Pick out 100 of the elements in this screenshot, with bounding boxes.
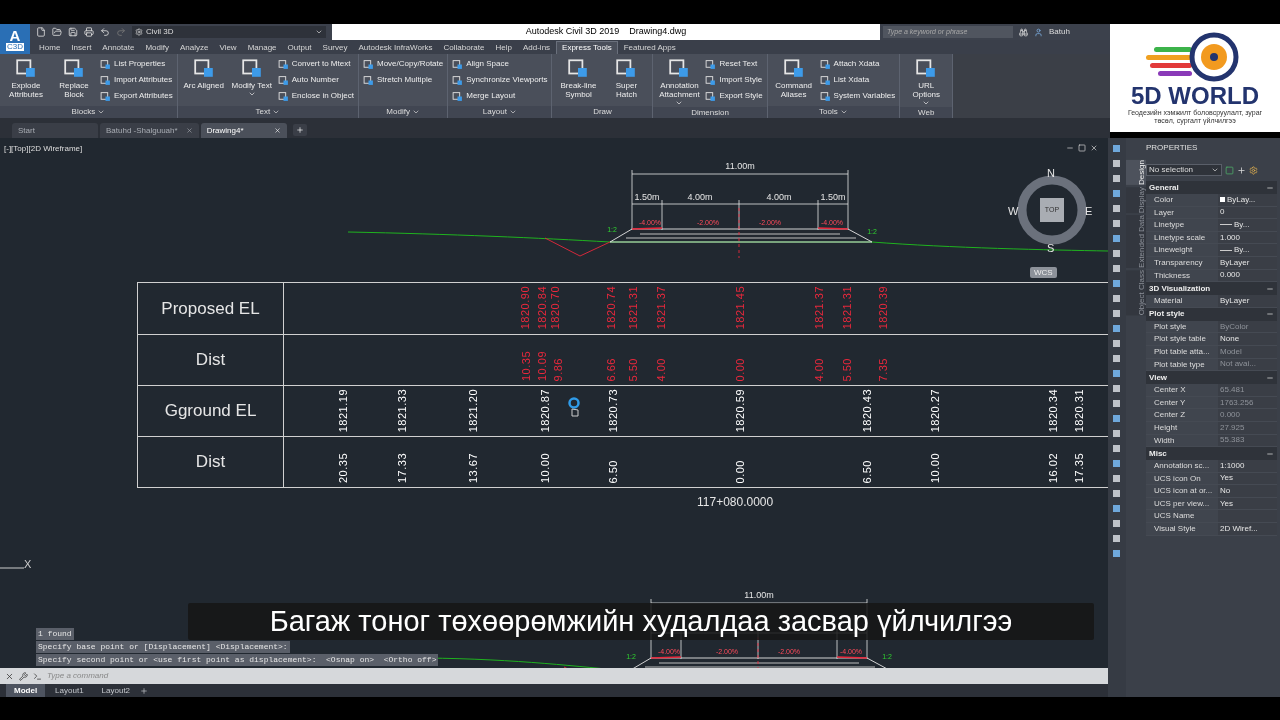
- table-value: 4.00: [813, 357, 825, 381]
- ribbon-tab[interactable]: Annotate: [97, 41, 140, 54]
- ribbon-tab[interactable]: Insert: [66, 41, 97, 54]
- ribbon-button[interactable]: Convert to Mtext: [277, 57, 354, 71]
- minimize-icon[interactable]: [1066, 144, 1074, 152]
- ribbon-tab[interactable]: Output: [282, 41, 317, 54]
- ribbon-button[interactable]: Synchronize Viewports: [452, 73, 548, 87]
- ribbon-button[interactable]: Enclose in Object: [277, 89, 354, 103]
- layout-tab[interactable]: Layout2: [93, 684, 139, 697]
- add-layout-icon[interactable]: [140, 686, 149, 695]
- ribbon-button[interactable]: Explode Attributes: [4, 57, 48, 99]
- ribbon-tab[interactable]: View: [214, 41, 242, 54]
- table-value: 0.00: [734, 357, 746, 381]
- new-tab-button[interactable]: [292, 124, 307, 136]
- panel-title: Dimension: [653, 107, 767, 119]
- close-icon[interactable]: [185, 127, 193, 134]
- binoculars-icon[interactable]: [1019, 27, 1028, 37]
- side-tab[interactable]: Object Class: [1126, 270, 1146, 316]
- compass-letter[interactable]: N: [1047, 165, 1055, 182]
- ribbon-button[interactable]: URL Options: [904, 57, 949, 107]
- ribbon-tab[interactable]: Add-ins: [517, 41, 556, 54]
- side-tab[interactable]: Extended Data: [1126, 215, 1146, 269]
- section-title: Plot style: [1149, 308, 1185, 321]
- ribbon-tab[interactable]: Survey: [317, 41, 353, 54]
- layout-tab[interactable]: Layout1: [47, 684, 92, 697]
- table-value: 1820.70: [549, 286, 561, 330]
- tool-icon: [15, 57, 37, 79]
- ribbon-button[interactable]: Import Attributes: [100, 73, 173, 87]
- side-tab[interactable]: Design: [1126, 160, 1146, 185]
- ribbon-button[interactable]: Move/Copy/Rotate: [362, 57, 444, 71]
- ribbon-tab[interactable]: Autodesk InfraWorks: [353, 41, 438, 54]
- save-icon[interactable]: [68, 27, 78, 37]
- ribbon-tab[interactable]: Home: [34, 41, 66, 54]
- compass-letter[interactable]: E: [1085, 203, 1093, 220]
- ribbon-button[interactable]: Export Style: [705, 89, 763, 103]
- undo-icon[interactable]: [100, 27, 110, 37]
- ribbon-tab[interactable]: Modify: [140, 41, 174, 54]
- file-tab[interactable]: Start: [12, 123, 98, 138]
- user-menu[interactable]: Batuh: [1049, 26, 1070, 38]
- ribbon-button[interactable]: Command Aliases: [771, 57, 816, 99]
- section-header[interactable]: General: [1146, 181, 1277, 194]
- ribbon-tab[interactable]: Express Tools: [556, 41, 618, 54]
- section-header[interactable]: View: [1146, 371, 1277, 385]
- ribbon-button[interactable]: Annotation Attachment: [657, 57, 702, 107]
- section-header[interactable]: 3D Visualization: [1146, 282, 1277, 296]
- layout-tab[interactable]: Model: [6, 684, 46, 697]
- caret-icon: [1211, 166, 1219, 174]
- close-icon[interactable]: [1090, 144, 1098, 152]
- app-title: Autodesk Civil 3D 2019: [525, 25, 620, 39]
- ribbon-button[interactable]: List Xdata: [819, 73, 896, 87]
- ribbon-tab[interactable]: Help: [490, 41, 517, 54]
- panel-title[interactable]: Tools: [767, 106, 900, 118]
- table-value: 1820.27: [929, 389, 941, 433]
- ribbon-tab[interactable]: Featured Apps: [618, 41, 681, 54]
- panel-title[interactable]: Text: [177, 106, 358, 118]
- ribbon-button[interactable]: Reset Text: [705, 57, 763, 71]
- ribbon-tab[interactable]: Collaborate: [438, 41, 490, 54]
- ribbon-button[interactable]: Auto Number: [277, 73, 354, 87]
- ribbon-button[interactable]: List Properties: [100, 57, 173, 71]
- ribbon-button[interactable]: System Variables: [819, 89, 896, 103]
- print-icon[interactable]: [84, 27, 94, 37]
- ribbon-button[interactable]: Modify Text: [229, 57, 274, 98]
- ribbon-button[interactable]: Break-line Symbol: [556, 57, 601, 99]
- ribbon-button[interactable]: Super Hatch: [604, 57, 649, 99]
- viewport-label[interactable]: [-][Top][2D Wireframe]: [4, 143, 83, 155]
- prompt-icon[interactable]: [33, 671, 42, 681]
- open-icon[interactable]: [52, 27, 62, 37]
- close-icon[interactable]: [273, 127, 281, 134]
- app-button[interactable]: A C3D: [0, 24, 30, 54]
- table-value: 17.33: [396, 452, 408, 483]
- compass-letter[interactable]: S: [1047, 240, 1055, 257]
- ribbon-tab[interactable]: Analyze: [174, 41, 214, 54]
- wrench-icon[interactable]: [19, 671, 28, 681]
- line-swatch: [1220, 224, 1232, 226]
- drawing-canvas[interactable]: [0, 138, 1108, 668]
- compass-letter[interactable]: W: [1008, 203, 1019, 220]
- ribbon-button[interactable]: Replace Block: [52, 57, 96, 99]
- restore-icon[interactable]: [1078, 144, 1086, 152]
- workspace-dropdown[interactable]: Civil 3D: [132, 26, 326, 38]
- ribbon-button[interactable]: Attach Xdata: [819, 57, 896, 71]
- caret-icon: [675, 99, 684, 107]
- ribbon-button[interactable]: Export Attributes: [100, 89, 173, 103]
- ribbon-button[interactable]: Merge Layout: [452, 89, 548, 103]
- file-tab[interactable]: Batuhd -Shalguuah*: [100, 123, 199, 138]
- ribbon-tab[interactable]: Manage: [242, 41, 282, 54]
- side-tab[interactable]: Display: [1126, 186, 1146, 214]
- section-header[interactable]: Misc: [1146, 447, 1277, 461]
- panel-title[interactable]: Modify: [358, 106, 448, 118]
- ribbon-button[interactable]: Import Style: [705, 73, 763, 87]
- selection-dropdown[interactable]: No selection: [1146, 164, 1222, 176]
- close-icon[interactable]: [5, 671, 14, 681]
- ribbon-button[interactable]: Stretch Multiple: [362, 73, 444, 87]
- panel-title[interactable]: Blocks: [0, 106, 177, 118]
- ribbon-button[interactable]: Arc Aligned: [181, 57, 226, 90]
- panel-title[interactable]: Layout: [448, 106, 552, 118]
- ribbon-button[interactable]: Align Space: [452, 57, 548, 71]
- tool-icon: [705, 58, 717, 70]
- file-tab[interactable]: Drawing4*: [200, 123, 287, 138]
- table-value: 1820.84: [536, 286, 548, 330]
- new-icon[interactable]: [36, 27, 46, 37]
